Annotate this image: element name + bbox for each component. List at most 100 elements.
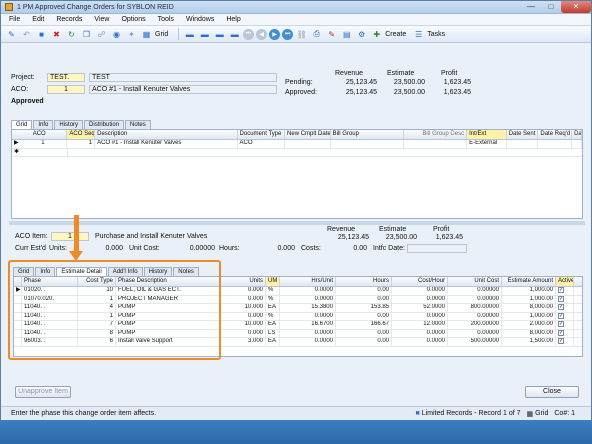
- lookup-icon[interactable]: ◉: [110, 28, 123, 40]
- tab-info[interactable]: Info: [33, 120, 54, 129]
- undo-icon[interactable]: ↶: [20, 28, 33, 40]
- print-icon[interactable]: ⎙: [310, 28, 323, 40]
- active-checkbox[interactable]: ✓: [558, 321, 564, 327]
- maximize-icon[interactable]: □: [541, 1, 561, 13]
- menu-bar: File Edit Records View Options Tools Win…: [1, 14, 591, 26]
- table-row[interactable]: ▶ 1 1 ACO #1 - Install Kenuter Valves ACO…: [12, 140, 582, 149]
- col-date-reqd[interactable]: Date Req'd: [538, 130, 573, 139]
- options-icon[interactable]: ⚙: [355, 28, 368, 40]
- cell-date-sent: [507, 140, 539, 148]
- col-bill-group-desc[interactable]: Bill Group Desc: [404, 130, 468, 139]
- report-icon[interactable]: ▤: [340, 28, 353, 40]
- aco-item-label: ACO Item:: [15, 233, 48, 240]
- cell-estimate-amount: 1,000.00: [502, 312, 556, 320]
- layout-3-icon[interactable]: ▬: [213, 28, 226, 40]
- callout-highlight-box: [8, 260, 221, 360]
- delete-icon[interactable]: ✖: [50, 28, 63, 40]
- copy-icon[interactable]: ❐: [80, 28, 93, 40]
- new-row[interactable]: ✱: [12, 148, 582, 157]
- new-record-icon[interactable]: ✎: [5, 28, 18, 40]
- active-checkbox[interactable]: ✓: [558, 287, 564, 293]
- layout-4-icon[interactable]: ▬: [228, 28, 241, 40]
- menu-help[interactable]: Help: [226, 16, 240, 23]
- link-icon[interactable]: ⛓: [295, 28, 308, 40]
- grid-icon[interactable]: ▦: [140, 28, 153, 40]
- cell-active[interactable]: ✓: [556, 312, 574, 320]
- first-record-icon[interactable]: ⏮: [243, 28, 255, 40]
- menu-edit[interactable]: Edit: [32, 16, 44, 23]
- col-hours[interactable]: Hours: [336, 277, 392, 286]
- col-document-type[interactable]: Document Type: [238, 130, 286, 139]
- tab-notes[interactable]: Notes: [125, 120, 151, 129]
- menu-file[interactable]: File: [9, 16, 20, 23]
- menu-tools[interactable]: Tools: [158, 16, 174, 23]
- tasks-icon[interactable]: ☰: [412, 28, 425, 40]
- cell-document-type: ACO: [238, 140, 286, 148]
- col-int-ext[interactable]: Int/Ext: [467, 130, 507, 139]
- cell-active[interactable]: ✓: [556, 321, 574, 329]
- next-record-icon[interactable]: ▶: [269, 28, 281, 40]
- item-revenue-header: Revenue: [327, 226, 356, 233]
- tab-distribution[interactable]: Distribution: [84, 120, 125, 129]
- col-da[interactable]: Da: [572, 130, 582, 139]
- close-icon[interactable]: ✕: [561, 0, 591, 13]
- cell-units: 10.000: [220, 321, 266, 329]
- cell-unit-cost: 0.00000: [448, 329, 502, 337]
- wand-icon[interactable]: ✦: [125, 28, 138, 40]
- cell-bill-group: [331, 140, 404, 148]
- tab-history[interactable]: History: [54, 120, 84, 129]
- col-new-cmplt-date[interactable]: New Cmplt Date: [285, 130, 331, 139]
- attach-icon[interactable]: ☍: [95, 28, 108, 40]
- cell-active[interactable]: ✓: [556, 329, 574, 337]
- cell-hours: 0.00: [336, 329, 392, 337]
- layout-2-icon[interactable]: ▬: [198, 28, 211, 40]
- unapprove-item-button[interactable]: Unapprove Item: [15, 386, 71, 398]
- splitter[interactable]: [9, 221, 585, 225]
- close-button[interactable]: Close: [525, 386, 579, 398]
- col-date-sent[interactable]: Date Sent: [507, 130, 539, 139]
- project-field[interactable]: TEST.: [47, 73, 85, 82]
- col-aco[interactable]: ACO: [12, 130, 68, 139]
- col-active[interactable]: Active: [556, 277, 574, 286]
- prev-record-icon[interactable]: ◀: [256, 28, 268, 40]
- col-estimate-amount[interactable]: Estimate Amount: [502, 277, 556, 286]
- menu-options[interactable]: Options: [121, 16, 145, 23]
- minimize-icon[interactable]: —: [521, 1, 541, 13]
- create-button[interactable]: Create: [385, 31, 406, 38]
- active-checkbox[interactable]: ✓: [558, 338, 564, 344]
- menu-records[interactable]: Records: [56, 16, 82, 23]
- cell-active[interactable]: ✓: [556, 304, 574, 312]
- col-um[interactable]: UM: [266, 277, 280, 286]
- col-hrs-unit[interactable]: Hrs/Unit: [280, 277, 336, 286]
- active-checkbox[interactable]: ✓: [558, 312, 564, 319]
- menu-view[interactable]: View: [94, 16, 109, 23]
- active-checkbox[interactable]: ✓: [558, 304, 564, 310]
- cell-hours: 0.00: [336, 338, 392, 346]
- grid-label[interactable]: Grid: [155, 31, 168, 38]
- col-units[interactable]: Units: [220, 277, 266, 286]
- col-cost-hour[interactable]: Cost/Hour: [392, 277, 448, 286]
- active-checkbox[interactable]: ✓: [558, 295, 564, 302]
- refresh-icon[interactable]: ↻: [65, 28, 78, 40]
- menu-windows[interactable]: Windows: [186, 16, 214, 23]
- cell-da: [572, 140, 582, 148]
- edit-icon[interactable]: ✎: [325, 28, 338, 40]
- last-record-icon[interactable]: ⏭: [282, 28, 294, 40]
- col-unit-cost[interactable]: Unit Cost: [448, 277, 502, 286]
- create-icon[interactable]: ✚: [370, 28, 383, 40]
- aco-field[interactable]: 1: [47, 85, 85, 94]
- cell-active[interactable]: ✓: [556, 287, 574, 295]
- col-bill-group[interactable]: Bill Group: [331, 130, 404, 139]
- tab-grid[interactable]: Grid: [11, 120, 33, 129]
- save-icon[interactable]: ■: [35, 28, 48, 40]
- active-checkbox[interactable]: ✓: [558, 329, 564, 336]
- col-aco-seq[interactable]: ACO Seq: [67, 130, 96, 139]
- status-bar: Enter the phase this change order item a…: [1, 406, 591, 420]
- cell-active[interactable]: ✓: [556, 295, 574, 303]
- layout-1-icon[interactable]: ▬: [183, 28, 196, 40]
- cell-unit-cost: 500.00000: [448, 338, 502, 346]
- aco-item-field[interactable]: 1: [51, 232, 89, 241]
- cell-active[interactable]: ✓: [556, 338, 574, 346]
- col-description[interactable]: Description: [95, 130, 238, 139]
- tasks-button[interactable]: Tasks: [427, 31, 445, 38]
